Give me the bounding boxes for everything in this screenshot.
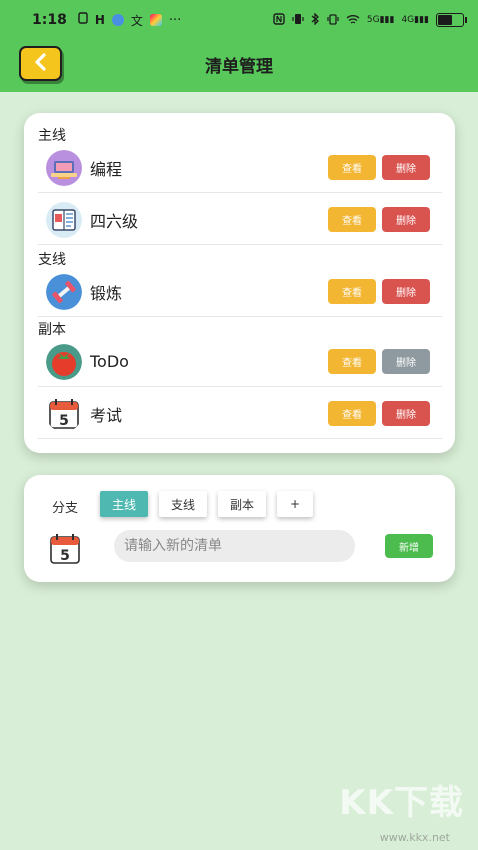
page-title: 清单管理 [205,57,273,77]
chip-copy[interactable]: 副本 [218,491,266,517]
list-item: ToDo 查看 删除 [38,337,442,387]
book-icon [46,201,82,238]
battery-icon [436,13,467,27]
section-label-main: 主线 [38,128,66,144]
wifi-icon [346,13,360,28]
calendar-icon: 5 [46,396,82,432]
view-button[interactable]: 查看 [328,349,376,374]
vibrate-icon [292,13,304,28]
signal-5g-icon: 5G▮▮▮ [366,15,395,25]
list-item-name: 四六级 [90,211,139,231]
list-card: 主线 编程 查看 删除 四六级 查看 删除 支线 锻炼 查看 删除 副本 ToD… [24,113,455,453]
chip-side[interactable]: 支线 [159,491,207,517]
delete-button-disabled[interactable]: 删除 [382,349,430,374]
delete-button[interactable]: 删除 [382,401,430,426]
watermark-logo: KK下载 [339,783,464,823]
view-button[interactable]: 查看 [328,155,376,180]
watermark-url: www.kkx.net [379,831,450,844]
delete-button[interactable]: 删除 [382,207,430,232]
list-item-name: 锻炼 [90,283,123,303]
more-icon: ··· [168,12,182,28]
nfc-icon [273,12,285,28]
network-5g-label: 5G [366,15,380,25]
delete-button[interactable]: 删除 [382,279,430,304]
h-icon: H [94,13,105,27]
delete-button[interactable]: 删除 [382,155,430,180]
dumbbell-icon [46,273,82,310]
list-item: 5 考试 查看 删除 [38,389,442,439]
app2-icon [149,14,162,26]
list-item: 编程 查看 删除 [38,143,442,193]
tomato-icon [46,343,82,380]
laptop-icon [46,149,82,186]
sim-icon [78,12,88,28]
list-item: 四六级 查看 删除 [38,195,442,245]
list-item-name: ToDo [90,352,129,371]
new-list-input[interactable] [114,530,355,562]
status-bar: 1:18 H 文 ··· 5G▮▮▮ 4G▮▮▮ [0,0,478,40]
network-4g-label: 4G [401,15,415,25]
bluetooth-icon [311,11,320,28]
add-new-button[interactable]: 新增 [385,534,433,558]
svg-text:5: 5 [59,413,69,429]
signal-4g-icon: 4G▮▮▮ [401,15,429,25]
list-item-name: 考试 [90,405,123,425]
chip-add[interactable]: + [277,491,313,517]
list-item-name: 编程 [90,159,123,179]
translate-icon: 文 [130,13,143,28]
chip-main[interactable]: 主线 [100,491,148,517]
section-label-copy: 副本 [38,322,66,338]
status-time: 1:18 [32,12,67,28]
app-header: 1:18 H 文 ··· 5G▮▮▮ 4G▮▮▮ 清单管理 [0,0,478,92]
calendar-icon: 5 [46,530,84,568]
app-icon [111,14,124,26]
view-button[interactable]: 查看 [328,401,376,426]
add-list-card: 分支 主线 支线 副本 + 5 新增 [24,475,455,582]
section-label-side: 支线 [38,252,66,268]
svg-text:5: 5 [60,548,70,564]
battery-saver-icon [327,13,339,28]
view-button[interactable]: 查看 [328,207,376,232]
list-item: 锻炼 查看 删除 [38,267,442,317]
branch-label: 分支 [52,501,79,516]
view-button[interactable]: 查看 [328,279,376,304]
